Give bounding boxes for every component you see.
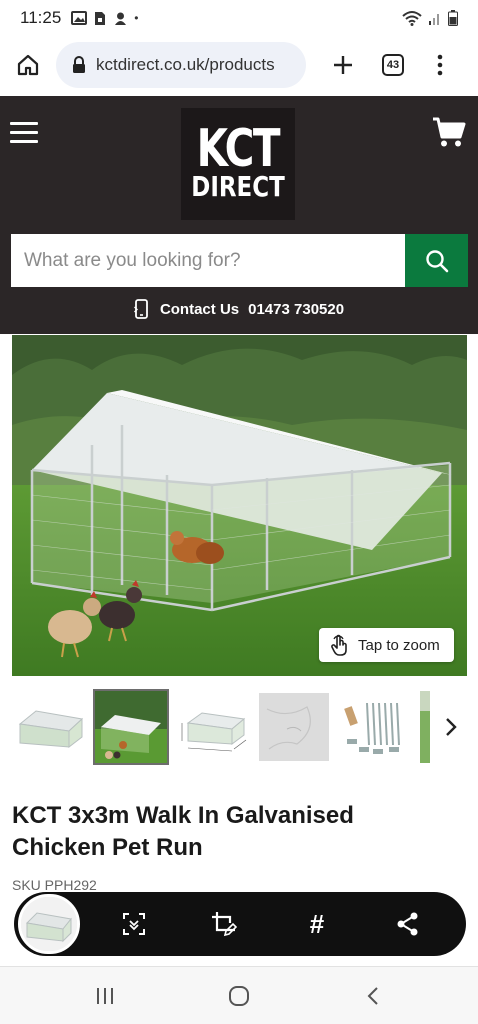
hashtag-button[interactable]: # [297,904,337,944]
crop-draw-icon [212,912,237,937]
share-button[interactable] [388,904,428,944]
url-text: kctdirect.co.uk/products [96,55,275,74]
thumbnail-2[interactable] [93,689,169,765]
notification-icons: • [71,11,138,26]
phone-icon [133,299,148,319]
logo-text-direct: DIRECT [191,170,285,203]
search-input[interactable] [11,234,405,287]
app-notification-icon [115,12,127,25]
signal-icon [429,14,439,25]
contact-strip[interactable]: Contact Us 01473 730520 [0,296,478,322]
new-tab-button[interactable] [318,36,368,94]
sim-icon [95,11,106,25]
more-notifications-dot: • [134,11,139,25]
search-bar [11,234,468,287]
screenshot-preview-image [21,897,77,951]
share-icon [397,912,418,936]
contact-label: Contact Us [159,300,240,318]
kebab-menu-icon [437,54,443,76]
browser-toolbar: kctdirect.co.uk/products 43 [0,36,478,94]
plus-icon [334,56,352,74]
wifi-icon [402,11,422,26]
thumbnail-1[interactable] [14,689,90,765]
thumbnail-6[interactable] [420,689,430,765]
thumbnail-parts-kit [339,689,415,765]
home-nav-button[interactable] [219,981,259,1011]
site-logo[interactable]: KCT DIRECT [181,108,295,220]
contact-phone[interactable]: 01473 730520 [248,301,344,318]
back-nav-button[interactable] [353,981,393,1011]
lock-icon [73,56,85,73]
search-button[interactable] [405,234,468,287]
clock: 11:25 [20,8,62,27]
home-circle-icon [229,986,249,1006]
site-header: KCT DIRECT Contact Us 01473 730520 [0,96,478,334]
chevron-right-icon [446,718,457,736]
hashtag-icon: # [309,908,325,939]
address-bar[interactable]: kctdirect.co.uk/products [56,42,306,88]
home-button[interactable] [0,36,56,94]
tap-to-zoom-label: Tap to zoom [358,636,440,654]
thumbnail-run-with-chickens [95,691,167,763]
hamburger-menu-icon[interactable] [10,122,38,144]
thumbnail-run-dimensions [178,689,254,765]
crop-edit-button[interactable] [204,904,244,944]
tap-to-zoom-button[interactable]: Tap to zoom [319,628,454,662]
tab-count: 43 [382,54,404,76]
product-main-image[interactable] [12,335,467,676]
recent-apps-icon [97,988,113,1004]
thumbnail-3[interactable] [178,689,254,765]
logo-text-kct: KCT [196,119,281,179]
scroll-capture-icon [123,913,145,935]
thumbnail-strip [12,686,478,768]
tab-switcher-button[interactable]: 43 [368,36,418,94]
tap-hand-icon [331,634,347,656]
home-icon [17,54,39,76]
recent-apps-button[interactable] [85,981,125,1011]
thumbnail-run-overview [14,689,90,765]
thumbnail-partial [420,691,430,763]
status-bar: 11:25 • [0,0,478,36]
thumbnail-cover-sheet [259,693,329,761]
screenshot-toolbar: # [14,892,466,956]
scroll-capture-button[interactable] [114,904,154,944]
back-chevron-icon [367,987,378,1005]
product-sku: SKU PPH292 [12,877,97,893]
thumbnail-next-button[interactable] [440,714,462,740]
gallery-icon [71,11,88,25]
screenshot-preview-thumbnail[interactable] [18,894,80,954]
chicken-run-photo [12,335,467,676]
battery-icon [448,10,458,26]
cart-icon[interactable] [432,116,466,148]
product-title: KCT 3x3m Walk In Galvanised Chicken Pet … [12,802,354,861]
thumbnail-5[interactable] [339,689,415,765]
system-navigation-bar [0,966,478,1024]
search-icon [425,249,448,272]
thumbnail-4[interactable] [257,689,333,765]
browser-menu-button[interactable] [418,36,462,94]
